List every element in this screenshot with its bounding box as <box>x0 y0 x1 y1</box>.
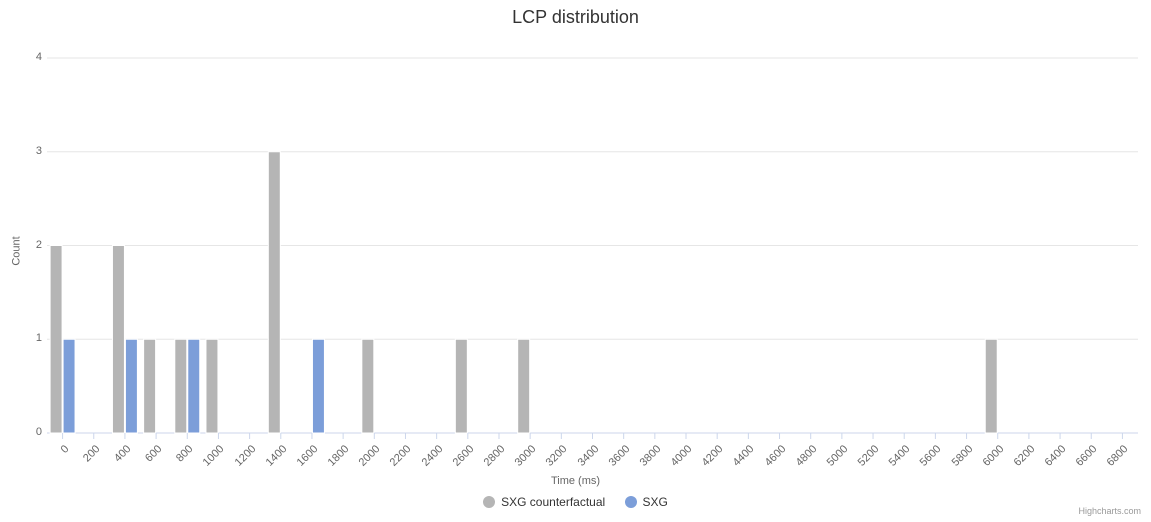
y-tick-label: 0 <box>12 426 42 438</box>
bar[interactable] <box>985 339 997 433</box>
bar[interactable] <box>518 339 530 433</box>
x-tick-label: 5600 <box>918 443 944 469</box>
x-tick-label: 4000 <box>669 443 695 469</box>
x-tick-label: 4600 <box>762 443 788 469</box>
chart-title: LCP distribution <box>0 7 1151 28</box>
x-tick-label: 800 <box>174 443 195 464</box>
x-tick-label: 2800 <box>482 443 508 469</box>
x-tick-label: 6400 <box>1043 443 1069 469</box>
credits-link[interactable]: Highcharts.com <box>1078 506 1141 516</box>
chart-container: LCP distribution Count 01234 02004006008… <box>0 0 1151 522</box>
bar[interactable] <box>112 246 124 434</box>
x-tick-label: 6200 <box>1012 443 1038 469</box>
x-tick-label: 2600 <box>450 443 476 469</box>
x-tick-label: 2400 <box>419 443 445 469</box>
x-tick-label: 2200 <box>388 443 414 469</box>
bar[interactable] <box>125 339 137 433</box>
legend-label: SXG <box>643 495 668 509</box>
bar[interactable] <box>175 339 187 433</box>
bar[interactable] <box>144 339 156 433</box>
y-tick-label: 4 <box>12 51 42 63</box>
bar[interactable] <box>188 339 200 433</box>
x-tick-label: 600 <box>143 443 164 464</box>
bar[interactable] <box>63 339 75 433</box>
x-tick-label: 1000 <box>201 443 227 469</box>
bar[interactable] <box>268 152 280 433</box>
x-tick-label: 5200 <box>856 443 882 469</box>
x-tick-label: 3400 <box>575 443 601 469</box>
legend-swatch-icon <box>483 496 495 508</box>
x-tick-label: 3200 <box>544 443 570 469</box>
x-tick-label: 5000 <box>825 443 851 469</box>
x-tick-label: 5400 <box>887 443 913 469</box>
x-tick-label: 0 <box>58 443 71 456</box>
bar[interactable] <box>455 339 467 433</box>
bar[interactable] <box>50 246 62 434</box>
y-tick-label: 3 <box>12 145 42 157</box>
x-tick-label: 3600 <box>606 443 632 469</box>
x-tick-label: 1800 <box>326 443 352 469</box>
x-tick-label: 2000 <box>357 443 383 469</box>
x-tick-label: 6800 <box>1105 443 1131 469</box>
x-tick-label: 200 <box>81 443 102 464</box>
x-tick-label: 4800 <box>793 443 819 469</box>
bar[interactable] <box>206 339 218 433</box>
x-tick-label: 1600 <box>295 443 321 469</box>
x-tick-label: 4200 <box>700 443 726 469</box>
x-tick-label: 4400 <box>731 443 757 469</box>
x-axis-title: Time (ms) <box>0 475 1151 487</box>
x-tick-label: 1200 <box>232 443 258 469</box>
legend-label: SXG counterfactual <box>501 495 605 509</box>
plot-area <box>47 58 1138 433</box>
x-tick-label: 400 <box>112 443 133 464</box>
bar[interactable] <box>362 339 374 433</box>
plot-svg <box>47 58 1138 433</box>
x-tick-label: 1400 <box>263 443 289 469</box>
y-tick-label: 2 <box>12 239 42 251</box>
legend-item-sxg[interactable]: SXG <box>625 495 668 509</box>
legend-swatch-icon <box>625 496 637 508</box>
x-tick-label: 3800 <box>638 443 664 469</box>
x-tick-label: 3000 <box>513 443 539 469</box>
bar[interactable] <box>312 339 324 433</box>
x-tick-label: 5800 <box>949 443 975 469</box>
x-tick-label: 6000 <box>980 443 1006 469</box>
x-tick-label: 6600 <box>1074 443 1100 469</box>
y-tick-label: 1 <box>12 332 42 344</box>
legend-item-sxg-counterfactual[interactable]: SXG counterfactual <box>483 495 605 509</box>
legend: SXG counterfactual SXG <box>0 495 1151 511</box>
